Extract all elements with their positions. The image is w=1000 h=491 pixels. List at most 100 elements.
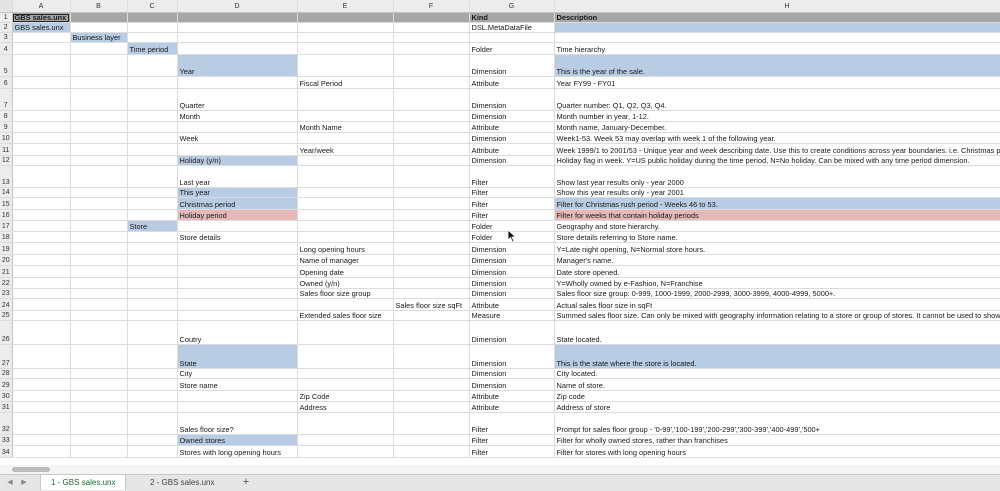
cell-e[interactable]	[297, 42, 394, 55]
cell-g[interactable]: DSL.MetaDataFile	[469, 22, 555, 33]
row-header[interactable]: 9	[0, 121, 13, 133]
cell-a[interactable]	[12, 88, 71, 111]
cell-d[interactable]	[177, 288, 298, 299]
cell-b[interactable]	[70, 88, 128, 111]
cell-d[interactable]: Month	[177, 110, 298, 122]
cell-b[interactable]	[70, 320, 128, 345]
cell-b[interactable]	[70, 76, 128, 89]
cell-c[interactable]	[127, 22, 178, 33]
spreadsheet-grid[interactable]: A B C D E F G H 1 GBS sales.unx Kind Description 2 GB…	[0, 0, 1000, 474]
cell-g[interactable]: Filter	[469, 434, 555, 446]
cell-f[interactable]	[393, 197, 470, 210]
row-header[interactable]: 33	[0, 434, 13, 446]
cell-c[interactable]	[127, 434, 178, 446]
cell-b[interactable]	[70, 378, 128, 391]
cell-c[interactable]	[127, 155, 178, 166]
cell-g[interactable]: Attribute	[469, 390, 555, 402]
cell-f[interactable]	[393, 54, 470, 77]
cell-h[interactable]: Holiday flag in week. Y=US public holida…	[554, 155, 1000, 166]
cell-c[interactable]	[127, 231, 178, 243]
cell-h[interactable]: Filter for Christmas rush period - Weeks…	[554, 197, 1000, 210]
cell-d[interactable]: This year	[177, 187, 298, 198]
cell-b[interactable]	[70, 121, 128, 133]
row-header[interactable]: 26	[0, 320, 13, 345]
cell-h[interactable]: Week 1999/1 to 2001/53 - Unique year and…	[554, 143, 1000, 156]
row-header[interactable]: 20	[0, 254, 13, 266]
cell-f[interactable]	[393, 22, 470, 33]
row-header[interactable]: 13	[0, 165, 13, 188]
cell-d[interactable]	[177, 265, 298, 278]
cell-h[interactable]: Quarter number: Q1, Q2, Q3, Q4.	[554, 88, 1000, 111]
cell-d[interactable]: Coutry	[177, 320, 298, 345]
cell-h[interactable]: Sales floor size group: 0-999, 1000-1999…	[554, 288, 1000, 299]
cell-g[interactable]: Dimension	[469, 155, 555, 166]
cell-a[interactable]	[12, 155, 71, 166]
next-sheet-icon[interactable]: ▶	[18, 477, 30, 489]
row-header[interactable]: 22	[0, 277, 13, 289]
cell-h[interactable]: Date store opened.	[554, 265, 1000, 278]
cell-f[interactable]	[393, 165, 470, 188]
cell-g[interactable]: Attribute	[469, 298, 555, 311]
cell-f[interactable]	[393, 12, 470, 23]
row-header[interactable]: 2	[0, 22, 13, 33]
cell-b[interactable]	[70, 434, 128, 446]
cell-c[interactable]	[127, 197, 178, 210]
row-header[interactable]: 16	[0, 209, 13, 221]
cell-e[interactable]	[297, 187, 394, 198]
row-header[interactable]: 18	[0, 231, 13, 243]
cell-d[interactable]: Sales floor size?	[177, 412, 298, 435]
row-header[interactable]: 19	[0, 242, 13, 255]
cell-a[interactable]: GBS sales.unx	[12, 22, 71, 33]
cell-b[interactable]	[70, 445, 128, 458]
cell-h[interactable]: Store details referring to Store name.	[554, 231, 1000, 243]
cell-h[interactable]	[554, 32, 1000, 43]
cell-h[interactable]	[554, 22, 1000, 33]
cell-a[interactable]	[12, 32, 71, 43]
cell-g[interactable]: Attribute	[469, 76, 555, 89]
cell-c[interactable]	[127, 412, 178, 435]
cell-g[interactable]: Dimension	[469, 242, 555, 255]
cell-f[interactable]	[393, 42, 470, 55]
cell-c[interactable]	[127, 378, 178, 391]
cell-g[interactable]: Filter	[469, 165, 555, 188]
row-header[interactable]: 7	[0, 88, 13, 111]
cell-c[interactable]	[127, 187, 178, 198]
add-sheet-button[interactable]: +	[238, 475, 254, 490]
cell-g[interactable]: Filter	[469, 197, 555, 210]
row-header[interactable]: 21	[0, 265, 13, 278]
cell-c[interactable]	[127, 165, 178, 188]
cell-g[interactable]	[469, 32, 555, 43]
row-header[interactable]: 25	[0, 310, 13, 321]
cell-h[interactable]: Time hierarchy	[554, 42, 1000, 55]
cell-b[interactable]	[70, 54, 128, 77]
cell-d[interactable]: Last year	[177, 165, 298, 188]
cell-c[interactable]	[127, 32, 178, 43]
cell-e[interactable]: Long opening hours	[297, 242, 394, 255]
cell-f[interactable]	[393, 32, 470, 43]
row-header[interactable]: 17	[0, 220, 13, 232]
cell-c[interactable]	[127, 344, 178, 369]
cell-g[interactable]: Filter	[469, 209, 555, 221]
cell-a[interactable]	[12, 310, 71, 321]
cell-c[interactable]	[127, 12, 178, 23]
cell-f[interactable]	[393, 434, 470, 446]
cell-d[interactable]	[177, 220, 298, 232]
cell-e[interactable]: Year/week	[297, 143, 394, 156]
cell-h[interactable]: Month name, January-December.	[554, 121, 1000, 133]
cell-a[interactable]	[12, 401, 71, 413]
column-header-d[interactable]: D	[177, 0, 298, 13]
column-header-f[interactable]: F	[393, 0, 470, 13]
cell-b[interactable]	[70, 209, 128, 221]
cell-b[interactable]: Business layer	[70, 32, 128, 43]
cell-c[interactable]: Store	[127, 220, 178, 232]
cell-h[interactable]: Y=Late night opening, N=Normal store hou…	[554, 242, 1000, 255]
cell-e[interactable]	[297, 132, 394, 144]
cell-g[interactable]: Dimension	[469, 288, 555, 299]
cell-c[interactable]	[127, 110, 178, 122]
cell-e[interactable]	[297, 88, 394, 111]
cell-f[interactable]	[393, 76, 470, 89]
cell-f[interactable]	[393, 231, 470, 243]
cell-f[interactable]	[393, 209, 470, 221]
cell-h[interactable]: Summed sales floor size. Can only be mix…	[554, 310, 1000, 321]
row-header[interactable]: 4	[0, 42, 13, 55]
